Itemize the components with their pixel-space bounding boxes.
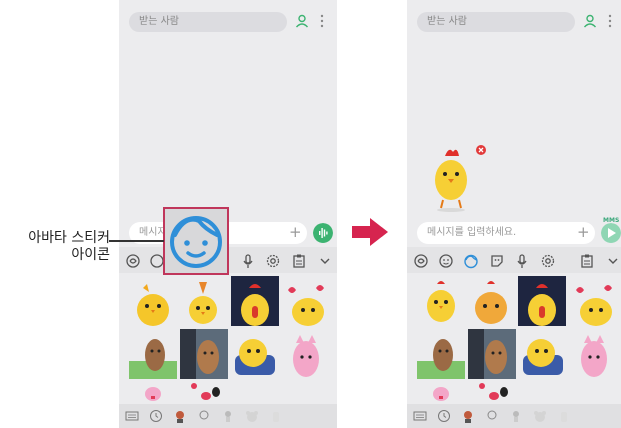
- bear-icon[interactable]: [533, 409, 547, 423]
- settings-icon[interactable]: [540, 253, 556, 269]
- bottom-panel-bar: [119, 404, 337, 428]
- avatar-sticker-icon[interactable]: [165, 209, 227, 273]
- recipient-field[interactable]: 받는 사람: [417, 12, 575, 32]
- keyboard-icon[interactable]: [413, 409, 427, 423]
- bottom-panel-bar: [407, 404, 621, 428]
- cup-icon[interactable]: [269, 409, 283, 423]
- add-attachment-icon[interactable]: +: [289, 225, 302, 240]
- chevron-down-icon[interactable]: [317, 253, 333, 269]
- sticker-chick-night[interactable]: [231, 276, 279, 326]
- add-attachment-icon[interactable]: +: [577, 225, 590, 240]
- sticker-small-1[interactable]: [129, 380, 177, 402]
- voice-send-button[interactable]: [313, 223, 333, 243]
- sticker-icon[interactable]: [489, 253, 505, 269]
- sticker-potato-room[interactable]: [180, 329, 228, 379]
- sticker-chick-standing[interactable]: [417, 278, 465, 328]
- sticker-pink-creature[interactable]: [570, 329, 618, 379]
- sticker-potato-room[interactable]: [468, 329, 516, 379]
- voice-icon[interactable]: [240, 253, 256, 269]
- sticker-chick-sofa[interactable]: [519, 329, 567, 379]
- keyboard-icon[interactable]: [125, 409, 139, 423]
- sticker-chick-angry[interactable]: [467, 278, 515, 328]
- character-icon[interactable]: [509, 409, 523, 423]
- message-input[interactable]: 메시지를 입력하세요.: [417, 222, 595, 244]
- sticker-chick-night[interactable]: [518, 276, 566, 326]
- sticker-chick-hearts[interactable]: [282, 278, 330, 328]
- avatar-icon[interactable]: [461, 409, 475, 423]
- sticker-chick-sofa[interactable]: [231, 329, 279, 379]
- callout-label: 아바타 스티커 아이콘: [2, 230, 110, 264]
- sticker-small-2[interactable]: [180, 380, 228, 402]
- remove-attachment-icon[interactable]: [476, 145, 486, 155]
- clipboard-icon[interactable]: [291, 253, 307, 269]
- sticker-potato-field[interactable]: [129, 329, 177, 379]
- sticker-potato-field[interactable]: [417, 329, 465, 379]
- callout-line: [109, 240, 164, 242]
- avatar-sticker-icon[interactable]: [463, 253, 479, 269]
- avatar-outline-icon[interactable]: [485, 409, 499, 423]
- emoji-icon[interactable]: [438, 253, 454, 269]
- voice-icon[interactable]: [514, 253, 530, 269]
- chevron-down-icon[interactable]: [605, 253, 621, 269]
- bear-icon[interactable]: [245, 409, 259, 423]
- bixby-sticker-icon[interactable]: [413, 253, 429, 269]
- sticker-chick-hearts[interactable]: [570, 278, 618, 328]
- sticker-chick-party[interactable]: [179, 278, 227, 328]
- recent-icon[interactable]: [149, 409, 163, 423]
- recent-icon[interactable]: [437, 409, 451, 423]
- contact-icon[interactable]: [583, 14, 597, 28]
- right-screen: 받는 사람 MMS 메시지를 입력하세요. +: [407, 0, 621, 428]
- keyboard-toolbar: [407, 247, 621, 273]
- sticker-chick-wave[interactable]: [129, 278, 177, 328]
- transition-arrow-icon: [352, 218, 388, 246]
- clipboard-icon[interactable]: [579, 253, 595, 269]
- more-options-icon[interactable]: [319, 14, 325, 28]
- sticker-small-1[interactable]: [417, 380, 465, 402]
- send-button[interactable]: [601, 223, 621, 243]
- sticker-pink-creature[interactable]: [282, 329, 330, 379]
- callout-label-line1: 아바타 스티커: [28, 230, 110, 246]
- recipient-field[interactable]: 받는 사람: [129, 12, 287, 32]
- avatar-icon[interactable]: [173, 409, 187, 423]
- avatar-outline-icon[interactable]: [197, 409, 211, 423]
- avatar-sticker-callout-box: [163, 207, 229, 275]
- cup-icon[interactable]: [557, 409, 571, 423]
- attached-sticker-preview[interactable]: [427, 146, 475, 212]
- settings-icon[interactable]: [265, 253, 281, 269]
- sticker-small-2[interactable]: [468, 380, 516, 402]
- contact-icon[interactable]: [295, 14, 309, 28]
- character-icon[interactable]: [221, 409, 235, 423]
- more-options-icon[interactable]: [607, 14, 613, 28]
- bixby-sticker-icon[interactable]: [125, 253, 141, 269]
- callout-label-line2: 아이콘: [71, 247, 110, 263]
